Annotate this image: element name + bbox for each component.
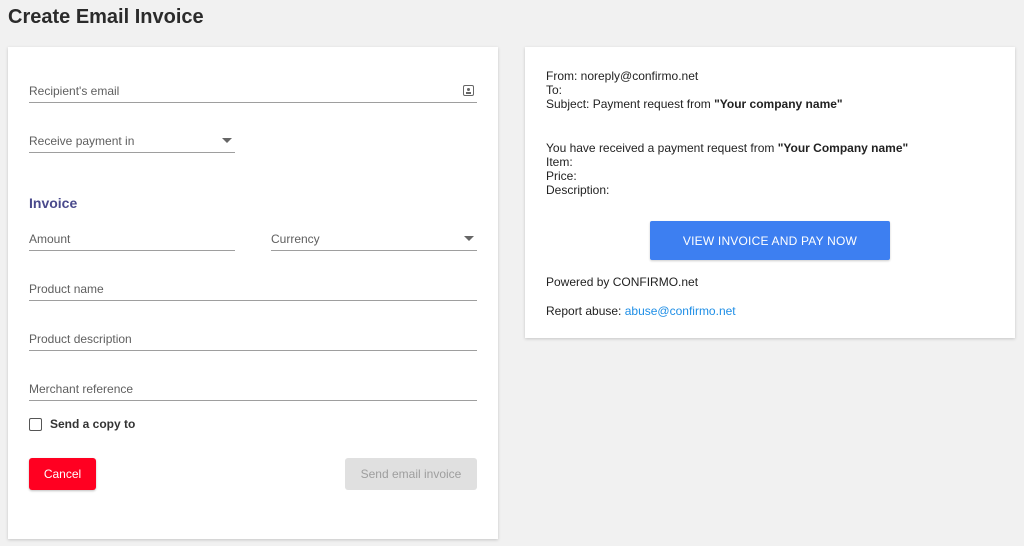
email-body: You have received a payment request from…	[546, 141, 908, 197]
cancel-button[interactable]: Cancel	[29, 458, 96, 490]
report-abuse-link[interactable]: abuse@confirmo.net	[625, 304, 736, 318]
chevron-down-icon	[222, 138, 232, 143]
price-line: Price:	[546, 169, 577, 183]
chevron-down-icon	[464, 236, 474, 241]
body-prefix: You have received a payment request from	[546, 141, 778, 155]
contact-card-icon[interactable]	[463, 85, 474, 96]
product-description-input[interactable]: Product description	[29, 327, 477, 351]
send-copy-checkbox[interactable]	[29, 417, 42, 431]
amount-label: Amount	[29, 231, 71, 246]
item-line: Item:	[546, 155, 573, 169]
to-line: To:	[546, 83, 563, 97]
powered-by: Powered by CONFIRMO.net	[546, 275, 699, 289]
product-description-label: Product description	[29, 331, 132, 346]
recipient-email-label: Recipient's email	[29, 83, 120, 98]
report-abuse-line: Report abuse: abuse@confirmo.net	[546, 304, 736, 318]
email-preview-card: From: noreply@confirmo.net To: Subject: …	[525, 47, 1015, 338]
email-header: From: noreply@confirmo.net To: Subject: …	[546, 69, 843, 111]
view-invoice-button[interactable]: VIEW INVOICE AND PAY NOW	[650, 221, 890, 260]
product-name-input[interactable]: Product name	[29, 277, 477, 301]
subject-company: "Your company name"	[714, 97, 843, 111]
merchant-reference-label: Merchant reference	[29, 381, 134, 396]
page-title: Create Email Invoice	[8, 6, 204, 28]
receive-payment-select[interactable]: Receive payment in	[29, 129, 235, 153]
subject-line: Subject: Payment request from "Your comp…	[546, 97, 843, 111]
send-copy-label[interactable]: Send a copy to	[50, 417, 135, 431]
subject-prefix: Subject: Payment request from	[546, 97, 715, 111]
currency-select[interactable]: Currency	[271, 227, 477, 251]
invoice-form-card: Recipient's email Receive payment in Inv…	[8, 47, 498, 539]
report-prefix: Report abuse:	[546, 304, 625, 318]
recipient-email-input[interactable]: Recipient's email	[29, 79, 477, 103]
receive-payment-label: Receive payment in	[29, 133, 135, 148]
currency-label: Currency	[271, 231, 320, 246]
from-line: From: noreply@confirmo.net	[546, 69, 699, 83]
body-line: You have received a payment request from…	[546, 141, 908, 155]
product-name-label: Product name	[29, 281, 104, 296]
invoice-section-title: Invoice	[29, 195, 78, 211]
send-copy-row[interactable]: Send a copy to	[29, 417, 135, 431]
amount-input[interactable]: Amount	[29, 227, 235, 251]
send-email-invoice-button[interactable]: Send email invoice	[345, 458, 477, 490]
body-company: "Your Company name"	[777, 141, 909, 155]
merchant-reference-input[interactable]: Merchant reference	[29, 377, 477, 401]
description-line: Description:	[546, 183, 610, 197]
